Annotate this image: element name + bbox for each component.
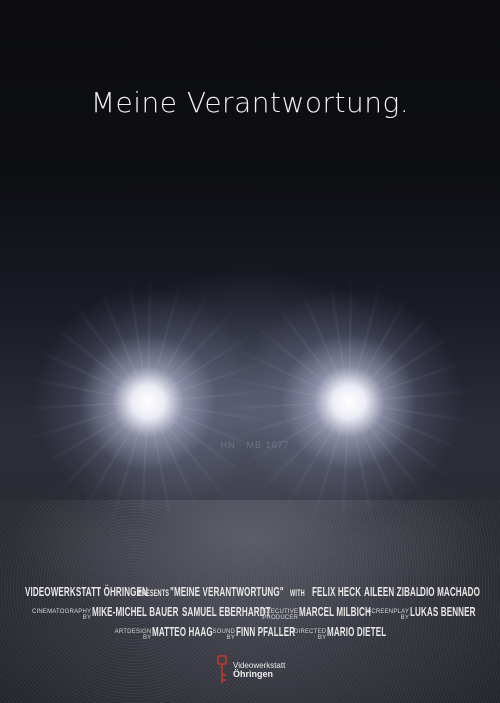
cinematographer: Mike-Michel Bauer [92,604,179,619]
credits-line-3: Artdesign by Matteo Haag Sound by Finn P… [18,623,482,642]
sound-label: Sound by [212,629,236,641]
left-headlight [33,287,263,517]
credits-line-2: Cinematography by Mike-Michel Bauer Samu… [18,603,482,622]
presents-word: presents [137,588,169,598]
license-plate: HN · MB 1077 [220,440,290,450]
cast-member: Dio Machado [419,584,480,599]
key-icon [217,655,227,683]
screenwriter: Lukas Benner [410,604,476,619]
poster-title: Meine Verantwortung. [90,86,410,119]
movie-poster: HN · MB 1077 Meine Verantwortung. Videow… [0,0,500,703]
directed-label: Directed by [294,629,327,641]
sound-designer: Finn Pfaller [236,624,296,639]
cast-member: Felix Heck [311,584,361,599]
credits-block: Videowerkstatt Öhringen presents "Meine … [18,583,482,642]
studio-name: Videowerkstatt Öhringen [24,584,148,599]
art-designer: Matteo Haag [152,624,214,639]
artdesign-label: Artdesign by [114,629,152,641]
exec-producer: Marcel Milbich [299,604,372,619]
cinematographer-2: Samuel Eberhardt [182,604,271,619]
cast-member: Aileen Zibal [363,584,421,599]
with-word: with [289,588,305,598]
director: Mario Dietel [327,624,387,639]
credits-line-1: Videowerkstatt Öhringen presents "Meine … [18,583,482,601]
right-headlight [234,287,464,517]
studio-logo: Videowerkstatt Öhringen [216,655,285,685]
logo-line-2: Öhringen [233,669,273,679]
logo-text: Videowerkstatt Öhringen [233,661,285,679]
cinematography-label: Cinematography by [31,609,92,621]
film-title: "Meine Verantwortung" [169,584,284,599]
screenplay-label: Screenplay by [367,609,410,621]
